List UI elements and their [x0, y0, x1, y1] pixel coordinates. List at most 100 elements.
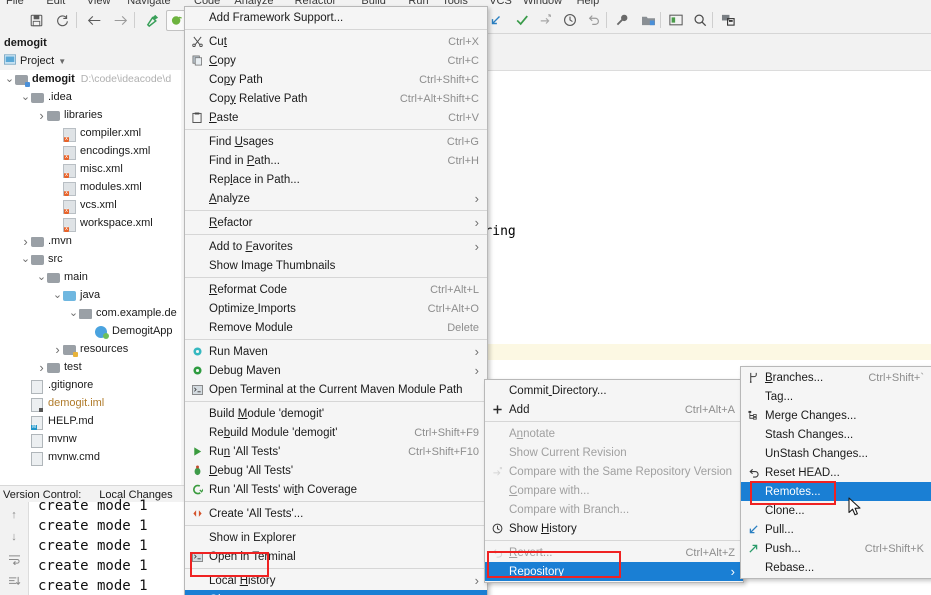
- menu-item-commit-directory[interactable]: Commit Directory...: [485, 381, 743, 400]
- menubar-item-vcs[interactable]: VCS: [489, 0, 512, 7]
- menu-item-remotes[interactable]: Remotes...: [741, 482, 931, 501]
- tree-node-mvnw.cmd[interactable]: mvnw.cmd: [0, 449, 181, 466]
- tree-node-encodings.xml[interactable]: encodings.xml: [0, 143, 181, 160]
- tree-node-demogit[interactable]: ⌄ demogit D:\code\ideacode\d: [0, 71, 181, 87]
- menu-item-rebuild-module-demogit[interactable]: Rebuild Module 'demogit' Ctrl+Shift+F9: [185, 423, 487, 442]
- git-submenu[interactable]: Commit Directory... Add Ctrl+Alt+A Annotate…: [484, 379, 744, 583]
- menu-item-create-all-tests[interactable]: Create 'All Tests'...: [185, 504, 487, 523]
- menubar-item-navigate[interactable]: Navigate: [127, 0, 170, 7]
- menu-item-optimize-imports[interactable]: Optimize Imports Ctrl+Alt+O: [185, 299, 487, 318]
- menu-item-repository[interactable]: Repository ›: [485, 562, 743, 581]
- menu-item-copy[interactable]: Copy Ctrl+C: [185, 51, 487, 70]
- tree-node-misc.xml[interactable]: misc.xml: [0, 161, 181, 178]
- menu-item-cut[interactable]: Cut Ctrl+X: [185, 32, 487, 51]
- chevron-down-icon[interactable]: ⌄: [52, 290, 63, 301]
- project-structure-icon[interactable]: [638, 10, 658, 30]
- menu-item-open-in-terminal[interactable]: Open in Terminal: [185, 547, 487, 566]
- chevron-right-icon[interactable]: ›: [20, 234, 31, 249]
- menu-item-local-history[interactable]: Local History ›: [185, 571, 487, 590]
- menu-item-show-image-thumbnails[interactable]: Show Image Thumbnails: [185, 256, 487, 275]
- menu-item-add[interactable]: Add Ctrl+Alt+A: [485, 400, 743, 419]
- menu-item-analyze[interactable]: Analyze ›: [185, 189, 487, 208]
- tree-node-src[interactable]: ⌄ src: [0, 251, 181, 267]
- up-arrow-icon[interactable]: ↑: [6, 508, 22, 522]
- chevron-down-icon[interactable]: ▼: [58, 57, 66, 66]
- history-clock-icon[interactable]: [560, 10, 580, 30]
- stash-icon[interactable]: [718, 10, 738, 30]
- commit-checkmark-icon[interactable]: [512, 10, 532, 30]
- back-arrow-icon[interactable]: [84, 10, 104, 30]
- menu-item-git[interactable]: Git›: [185, 590, 487, 595]
- menu-item-remove-module[interactable]: Remove Module Delete: [185, 318, 487, 337]
- project-context-menu[interactable]: Add Framework Support... Cut Ctrl+X Copy Ctr…: [184, 6, 488, 595]
- menu-item-copy-path[interactable]: Copy Path Ctrl+Shift+C: [185, 70, 487, 89]
- menu-item-build-module-demogit[interactable]: Build Module 'demogit': [185, 404, 487, 423]
- chevron-down-icon[interactable]: ⌄: [36, 272, 47, 283]
- menu-item-pull[interactable]: Pull...: [741, 520, 931, 539]
- menu-item-find-usages[interactable]: Find Usages Ctrl+G: [185, 132, 487, 151]
- tree-node-.gitignore[interactable]: .gitignore: [0, 377, 181, 394]
- menu-item-reset-head[interactable]: Reset HEAD...: [741, 463, 931, 482]
- forward-arrow-icon[interactable]: [110, 10, 130, 30]
- tree-node-test[interactable]: › test: [0, 359, 181, 375]
- menu-item-run-all-tests-with-coverage[interactable]: Run 'All Tests' with Coverage: [185, 480, 487, 499]
- layout-icon[interactable]: [666, 10, 686, 30]
- tree-node-modules.xml[interactable]: modules.xml: [0, 179, 181, 196]
- menu-item-rebase[interactable]: Rebase...: [741, 558, 931, 577]
- menu-item-open-terminal-at-the-current-maven-module-path[interactable]: Open Terminal at the Current Maven Modul…: [185, 380, 487, 399]
- tree-node-main[interactable]: ⌄ main: [0, 269, 181, 285]
- sync-icon[interactable]: [52, 10, 72, 30]
- menu-item-stash-changes[interactable]: Stash Changes...: [741, 425, 931, 444]
- project-tool-window-tab[interactable]: Project ▼: [0, 52, 184, 71]
- chevron-down-icon[interactable]: ⌄: [4, 74, 15, 85]
- menubar-item-file[interactable]: File: [6, 0, 24, 7]
- wrench-settings-icon[interactable]: [612, 10, 632, 30]
- menu-item-run-all-tests[interactable]: Run 'All Tests' Ctrl+Shift+F10: [185, 442, 487, 461]
- project-tree[interactable]: ⌄ demogit D:\code\ideacode\d ⌄ .idea › librari…: [0, 70, 181, 485]
- search-icon[interactable]: [690, 10, 710, 30]
- tree-node-help.md[interactable]: HELP.md: [0, 413, 181, 430]
- menu-item-paste[interactable]: Paste Ctrl+V: [185, 108, 487, 127]
- menu-item-merge-changes[interactable]: Merge Changes...: [741, 406, 931, 425]
- scroll-to-end-icon[interactable]: [6, 574, 22, 588]
- menu-item-unstash-changes[interactable]: UnStash Changes...: [741, 444, 931, 463]
- tree-node-vcs.xml[interactable]: vcs.xml: [0, 197, 181, 214]
- tree-node-workspace.xml[interactable]: workspace.xml: [0, 215, 181, 232]
- tree-node-libraries[interactable]: › libraries: [0, 107, 181, 123]
- tree-node-.mvn[interactable]: › .mvn: [0, 233, 181, 249]
- soft-wrap-icon[interactable]: [6, 552, 22, 566]
- menu-item-copy-relative-path[interactable]: Copy Relative Path Ctrl+Alt+Shift+C: [185, 89, 487, 108]
- menu-item-find-in-path[interactable]: Find in Path... Ctrl+H: [185, 151, 487, 170]
- tree-node-demogitapp[interactable]: DemogitApp: [0, 323, 181, 339]
- tree-node-.idea[interactable]: ⌄ .idea: [0, 89, 181, 105]
- menu-item-add-framework-support[interactable]: Add Framework Support...: [185, 8, 487, 27]
- menubar-item-window[interactable]: Window: [523, 0, 562, 7]
- compare-icon[interactable]: [536, 10, 556, 30]
- menu-item-tag[interactable]: Tag...: [741, 387, 931, 406]
- hammer-icon[interactable]: [142, 10, 162, 30]
- tree-node-demogit.iml[interactable]: demogit.iml: [0, 395, 181, 412]
- save-icon[interactable]: [26, 10, 46, 30]
- menu-item-debug-maven[interactable]: Debug Maven ›: [185, 361, 487, 380]
- menubar-item-help[interactable]: Help: [577, 0, 600, 7]
- tree-node-com.example.de[interactable]: ⌄ com.example.de: [0, 305, 181, 321]
- rollback-undo-icon[interactable]: [584, 10, 604, 30]
- chevron-down-icon[interactable]: ⌄: [68, 308, 79, 319]
- chevron-right-icon[interactable]: ›: [36, 360, 47, 375]
- menu-item-clone[interactable]: Clone...: [741, 501, 931, 520]
- tree-node-java[interactable]: ⌄ java: [0, 287, 181, 303]
- menu-item-show-history[interactable]: Show History: [485, 519, 743, 538]
- menubar-item-view[interactable]: View: [87, 0, 111, 7]
- menu-item-push[interactable]: Push... Ctrl+Shift+K: [741, 539, 931, 558]
- down-arrow-icon[interactable]: ↓: [6, 530, 22, 544]
- menu-item-refactor[interactable]: Refactor ›: [185, 213, 487, 232]
- tree-node-mvnw[interactable]: mvnw: [0, 431, 181, 448]
- menu-item-replace-in-path[interactable]: Replace in Path...: [185, 170, 487, 189]
- menu-item-debug-all-tests[interactable]: Debug 'All Tests': [185, 461, 487, 480]
- menu-item-reformat-code[interactable]: Reformat Code Ctrl+Alt+L: [185, 280, 487, 299]
- tree-node-compiler.xml[interactable]: compiler.xml: [0, 125, 181, 142]
- chevron-right-icon[interactable]: ›: [52, 342, 63, 357]
- menu-item-add-to-favorites[interactable]: Add to Favorites ›: [185, 237, 487, 256]
- tree-node-resources[interactable]: › resources: [0, 341, 181, 357]
- chevron-down-icon[interactable]: ⌄: [20, 92, 31, 103]
